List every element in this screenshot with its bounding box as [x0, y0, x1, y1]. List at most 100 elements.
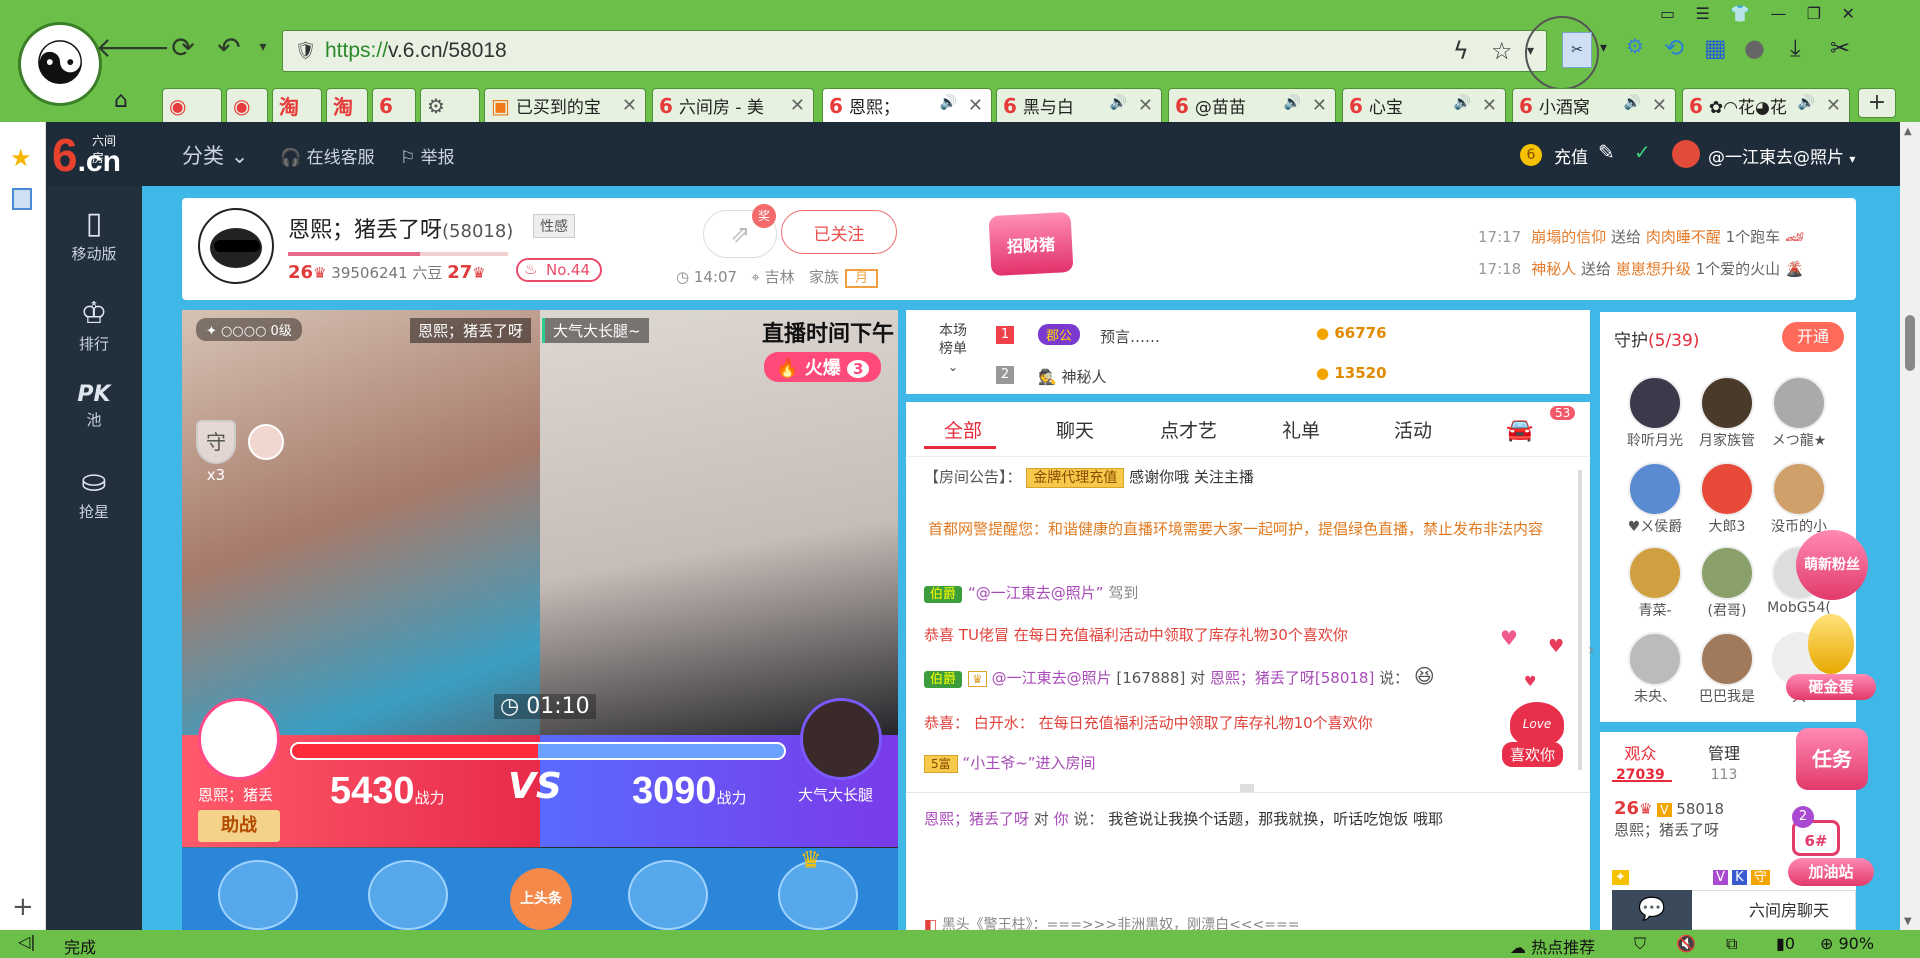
scroll-down-icon[interactable]: ▼: [1904, 916, 1912, 927]
tab-activity[interactable]: 活动: [1394, 416, 1432, 443]
briefcase-icon[interactable]: ⧉: [1726, 934, 1737, 954]
verify-icon[interactable]: ✓: [1634, 140, 1651, 164]
seat-slot[interactable]: [628, 860, 708, 930]
scrollbar-thumb[interactable]: [1905, 315, 1915, 371]
task-button[interactable]: 任务: [1796, 728, 1868, 790]
username-menu[interactable]: @一江東去@照片 ▾: [1708, 143, 1855, 168]
close-window-icon[interactable]: ✕: [1841, 4, 1854, 23]
seat-slot[interactable]: [218, 860, 298, 930]
seat-slot[interactable]: [368, 860, 448, 930]
guard-avatar[interactable]: [1700, 632, 1754, 686]
zoom-control[interactable]: ⊕ 90%: [1820, 934, 1874, 953]
headline-button[interactable]: 上头条: [510, 868, 572, 930]
open-guard-button[interactable]: 开通: [1782, 322, 1844, 352]
gift-from[interactable]: 神秘人: [1531, 260, 1576, 278]
undo-dropdown-icon[interactable]: ▾: [246, 30, 280, 64]
guard-avatar[interactable]: [1700, 462, 1754, 516]
favorites-star-icon[interactable]: ★: [10, 144, 32, 172]
guard-member-name[interactable]: 未央、: [1620, 686, 1690, 706]
user-avatar[interactable]: [1672, 140, 1700, 168]
browser-tab[interactable]: 6 黑与白 🔊 ✕: [996, 88, 1162, 122]
sync-icon[interactable]: ⟲: [1664, 34, 1684, 62]
like-button[interactable]: 喜欢你: [1502, 742, 1564, 767]
lightning-icon[interactable]: ϟ: [1453, 37, 1469, 65]
smash-egg-button[interactable]: 砸金蛋: [1786, 674, 1876, 700]
guard-collapse-icon[interactable]: ›: [1588, 640, 1594, 659]
chat-user[interactable]: 白开水：: [974, 714, 1034, 732]
browser-tab[interactable]: 6 六间房 - 美 ✕: [652, 88, 814, 122]
chat-bubble-icon[interactable]: 💬: [1612, 890, 1692, 930]
tab-audience[interactable]: 观众 27039: [1616, 740, 1665, 783]
chat-target[interactable]: 恩熙；猪丢了呀[58018]: [1210, 669, 1374, 687]
bookmark-star-icon[interactable]: ☆: [1491, 37, 1513, 65]
skin-icon[interactable]: 👕: [1730, 4, 1750, 23]
tools-icon[interactable]: ✂: [1830, 34, 1850, 62]
scissors-dropdown-icon[interactable]: ▾: [1600, 40, 1607, 56]
maximize-icon[interactable]: ❐: [1807, 4, 1821, 23]
guard-avatar[interactable]: [1628, 376, 1682, 430]
guard-member-name[interactable]: 大郎3: [1692, 516, 1762, 536]
site-logo[interactable]: 6.cn 六间房: [52, 128, 121, 182]
new-tab-button[interactable]: +: [1858, 88, 1896, 118]
report-link[interactable]: ⚐ 举报: [400, 143, 455, 168]
fan-level-bar[interactable]: ✦ ○○○○ 0级: [196, 318, 302, 341]
close-tab-icon[interactable]: ✕: [1652, 95, 1667, 116]
browser-tab[interactable]: ▣ 已买到的宝 ✕: [484, 88, 646, 122]
edit-icon[interactable]: ✎: [1598, 140, 1615, 164]
guard-avatar[interactable]: [1628, 632, 1682, 686]
guard-member-name[interactable]: MobG54(: [1764, 600, 1834, 616]
close-tab-icon[interactable]: ✕: [968, 95, 983, 116]
tab-all[interactable]: 全部: [944, 416, 982, 443]
tab-managers[interactable]: 管理 113: [1708, 740, 1740, 783]
speaker-icon[interactable]: 🔊: [1624, 95, 1641, 111]
speaker-icon[interactable]: 🔊: [1110, 95, 1127, 111]
sidebar-window-icon[interactable]: [12, 188, 32, 210]
boost-station-button[interactable]: 加油站: [1788, 858, 1874, 886]
menu-icon[interactable]: ☰: [1695, 4, 1709, 23]
chat-user[interactable]: “@一江東去@照片”: [968, 584, 1104, 602]
guard-member-name[interactable]: メつ龍★: [1764, 430, 1834, 450]
rank-badge[interactable]: ♨ No.44: [516, 258, 602, 282]
guard-member-name[interactable]: 聆听月光: [1620, 430, 1690, 450]
back-icon[interactable]: 🡐: [95, 30, 170, 64]
hot-badge[interactable]: 🔥 火爆 3: [764, 352, 882, 382]
tab-gift-list[interactable]: 礼单: [1282, 416, 1320, 443]
hot-news-link[interactable]: ☁ 热点推荐: [1510, 934, 1595, 958]
audience-row[interactable]: 26♛ V 58018 恩熙；猪丢了呀: [1614, 798, 1724, 840]
guard-avatar[interactable]: [248, 424, 284, 460]
nav-ranking[interactable]: ♔ 排行: [46, 296, 142, 354]
minimize-icon[interactable]: —: [1770, 4, 1786, 23]
browser-tab[interactable]: 淘: [326, 88, 368, 122]
recharge-link[interactable]: 充值: [1554, 143, 1588, 168]
guard-avatar[interactable]: [1772, 376, 1826, 430]
nav-grab-star[interactable]: ⛀ 抢星: [46, 464, 142, 522]
gift-to[interactable]: 崽崽想升级: [1616, 260, 1691, 278]
close-tab-icon[interactable]: ✕: [1482, 95, 1497, 116]
follow-button[interactable]: 已关注: [781, 210, 897, 254]
guard-avatar[interactable]: [1700, 376, 1754, 430]
chat-user[interactable]: @一江東去@照片: [992, 669, 1112, 687]
pk-right-avatar[interactable]: [800, 698, 882, 780]
security-status-icon[interactable]: ⛉: [1634, 934, 1646, 954]
help-battle-button[interactable]: 助战: [198, 810, 280, 842]
browser-tab[interactable]: ◉: [162, 88, 222, 122]
speaker-icon[interactable]: 🔊: [1284, 95, 1301, 111]
guard-avatar[interactable]: [1628, 462, 1682, 516]
undo-icon[interactable]: ↶: [212, 30, 246, 64]
speaker-icon[interactable]: 🔊: [1454, 95, 1471, 111]
more-icon[interactable]: ●: [1744, 34, 1765, 62]
guard-avatar[interactable]: [1772, 462, 1826, 516]
guard-member-name[interactable]: ♥ㄨ侯爵: [1620, 516, 1690, 536]
url-text[interactable]: https://v.6.cn/58018: [325, 39, 507, 63]
page-scrollbar[interactable]: [1900, 122, 1920, 930]
speaker-icon[interactable]: 🔊: [940, 95, 957, 111]
tab-talent[interactable]: 点才艺: [1160, 416, 1217, 443]
car-icon[interactable]: 🚘: [1506, 418, 1533, 443]
close-tab-icon[interactable]: ✕: [1138, 95, 1153, 116]
close-tab-icon[interactable]: ✕: [622, 95, 637, 116]
mute-icon[interactable]: 🔇: [1676, 934, 1696, 953]
guard-count[interactable]: 守 x3: [196, 420, 236, 484]
family-badge[interactable]: 月: [845, 269, 879, 288]
guard-member-name[interactable]: 巴巴我是: [1692, 686, 1762, 706]
nav-pk[interactable]: PK 池: [46, 382, 142, 430]
